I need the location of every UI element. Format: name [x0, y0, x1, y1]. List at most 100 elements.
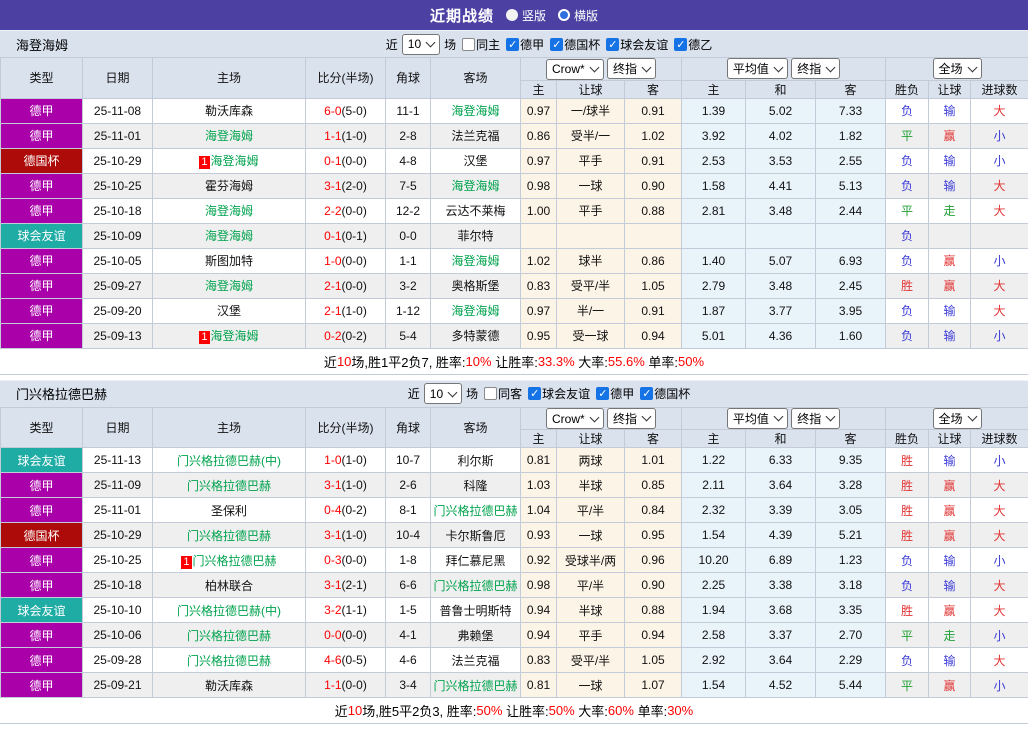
away-team-name: 普鲁士明斯特	[439, 604, 511, 618]
league-badge: 球会友谊	[1, 223, 83, 248]
league-filter-checkbox-3[interactable]: 德乙	[674, 36, 712, 53]
home-team-cell: 勒沃库森	[153, 673, 306, 698]
summary-segment: 30%	[667, 703, 693, 718]
avg-draw-odds: 4.39	[746, 523, 816, 548]
match-row: 德甲25-11-01圣保利0-4(0-2)8-1门兴格拉德巴赫1.04平/半0.…	[1, 498, 1028, 523]
league-filter-checkbox-2[interactable]: 球会友谊	[606, 36, 668, 53]
unchecked-checkbox-icon[interactable]	[462, 38, 475, 51]
select-value: Crow*	[552, 62, 585, 76]
handicap-home-odds: 0.83	[521, 648, 557, 673]
match-row: 德甲25-10-18海登海姆2-2(0-0)12-2云达不莱梅1.00平手0.8…	[1, 198, 1028, 223]
col-header-1: 日期	[83, 407, 153, 448]
title-bar: 近期战绩 竖版横版	[0, 0, 1028, 30]
result-goals: 小	[971, 248, 1028, 273]
avg-away-odds: 6.93	[816, 248, 886, 273]
radio-unselected-icon[interactable]	[558, 9, 570, 21]
handicap-home-odds: 0.93	[521, 523, 557, 548]
recent-results-page: 近期战绩 竖版横版 海登海姆近10场同主德甲德国杯球会友谊德乙类型日期主场比分(…	[0, 0, 1028, 724]
score-cell: 4-6(0-5)	[306, 648, 386, 673]
corners-cell: 1-5	[386, 598, 431, 623]
result-group-header: 全场	[886, 58, 1028, 81]
league-filter-checkbox-1[interactable]: 德国杯	[550, 36, 600, 53]
avg-away-odds: 3.05	[816, 498, 886, 523]
corners-cell: 7-5	[386, 173, 431, 198]
scope-select[interactable]: 全场	[933, 408, 982, 429]
match-count-select[interactable]: 10	[424, 383, 462, 404]
result-goals: 小	[971, 323, 1028, 348]
avg-away-odds: 3.95	[816, 298, 886, 323]
checked-checkbox-icon[interactable]	[528, 387, 541, 400]
match-row: 德甲25-09-27海登海姆2-1(0-0)3-2奥格斯堡0.83受平/半1.0…	[1, 273, 1028, 298]
select-value: Crow*	[552, 412, 585, 426]
avg-away-odds: 5.13	[816, 173, 886, 198]
league-filter-checkbox-2[interactable]: 德国杯	[640, 385, 690, 402]
league-filter-checkbox-1[interactable]: 德甲	[596, 385, 634, 402]
match-row: 德甲25-10-18柏林联合3-1(2-1)6-6门兴格拉德巴赫0.98平/半0…	[1, 573, 1028, 598]
match-count-select[interactable]: 10	[402, 34, 440, 55]
bookmaker-select[interactable]: Crow*	[546, 59, 604, 80]
home-team-name: 门兴格拉德巴赫	[187, 479, 271, 493]
result-win-lose: 平	[886, 623, 929, 648]
match-date: 25-10-25	[83, 173, 153, 198]
checked-checkbox-icon[interactable]	[606, 38, 619, 51]
col-header-2: 主场	[153, 58, 306, 99]
average-select[interactable]: 平均值	[727, 408, 788, 429]
final-index-select[interactable]: 终指	[607, 58, 656, 79]
avg-home-odds: 5.01	[682, 323, 746, 348]
handicap-home-odds: 1.03	[521, 473, 557, 498]
summary-segment: 单率:	[645, 352, 678, 371]
checkbox-label: 球会友谊	[542, 385, 590, 402]
final-index-select-2[interactable]: 终指	[791, 408, 840, 429]
full-time-score: 3-1	[324, 478, 341, 492]
away-team-cell: 汉堡	[431, 148, 521, 173]
checked-checkbox-icon[interactable]	[506, 38, 519, 51]
bookmaker-select[interactable]: Crow*	[546, 408, 604, 429]
final-index-select-2[interactable]: 终指	[791, 58, 840, 79]
scope-select[interactable]: 全场	[933, 58, 982, 79]
league-badge: 德甲	[1, 548, 83, 573]
avg-draw-odds: 3.38	[746, 573, 816, 598]
away-team-name: 海登海姆	[451, 304, 499, 318]
unchecked-checkbox-icon[interactable]	[484, 387, 497, 400]
final-index-select[interactable]: 终指	[607, 408, 656, 429]
match-date: 25-09-28	[83, 648, 153, 673]
radio-selected-icon[interactable]	[506, 9, 518, 21]
same-venue-checkbox[interactable]: 同客	[484, 385, 522, 402]
home-team-cell: 门兴格拉德巴赫	[153, 648, 306, 673]
league-filter-checkbox-0[interactable]: 德甲	[506, 36, 544, 53]
corners-cell: 10-7	[386, 448, 431, 473]
checked-checkbox-icon[interactable]	[596, 387, 609, 400]
checked-checkbox-icon[interactable]	[674, 38, 687, 51]
handicap-away-odds: 0.86	[625, 248, 682, 273]
full-time-score: 0-1	[324, 154, 341, 168]
average-select[interactable]: 平均值	[727, 58, 788, 79]
match-row: 球会友谊25-11-13门兴格拉德巴赫(中)1-0(1-0)10-7利尔斯0.8…	[1, 448, 1028, 473]
same-venue-checkbox[interactable]: 同主	[462, 36, 500, 53]
select-value: 终指	[613, 410, 637, 427]
layout-radio-1[interactable]: 横版	[558, 7, 598, 24]
sub-col-header-1: 让球	[557, 430, 625, 448]
match-date: 25-10-18	[83, 573, 153, 598]
half-time-score: (1-1)	[342, 603, 367, 617]
sub-col-header-7: 让球	[929, 80, 971, 98]
checkbox-label: 球会友谊	[620, 36, 668, 53]
checked-checkbox-icon[interactable]	[640, 387, 653, 400]
score-cell: 0-0(0-0)	[306, 623, 386, 648]
avg-draw-odds: 3.53	[746, 148, 816, 173]
checked-checkbox-icon[interactable]	[550, 38, 563, 51]
layout-radio-0[interactable]: 竖版	[506, 7, 546, 24]
home-team-name: 门兴格拉德巴赫	[193, 554, 277, 568]
handicap-away-odds: 0.91	[625, 148, 682, 173]
matches-table: 类型日期主场比分(半场)角球客场Crow* 终指平均值 终指全场主让球客主和客胜…	[0, 407, 1028, 699]
league-filter-checkbox-0[interactable]: 球会友谊	[528, 385, 590, 402]
corners-cell: 10-4	[386, 523, 431, 548]
summary-segment: 近	[324, 352, 337, 371]
result-handicap: 输	[929, 448, 971, 473]
avg-home-odds: 2.25	[682, 573, 746, 598]
home-team-cell: 1门兴格拉德巴赫	[153, 548, 306, 573]
handicap-line: 半/一	[557, 298, 625, 323]
handicap-line: 两球	[557, 448, 625, 473]
half-time-score: (0-0)	[342, 204, 367, 218]
handicap-line: 平手	[557, 198, 625, 223]
result-win-lose: 胜	[886, 598, 929, 623]
